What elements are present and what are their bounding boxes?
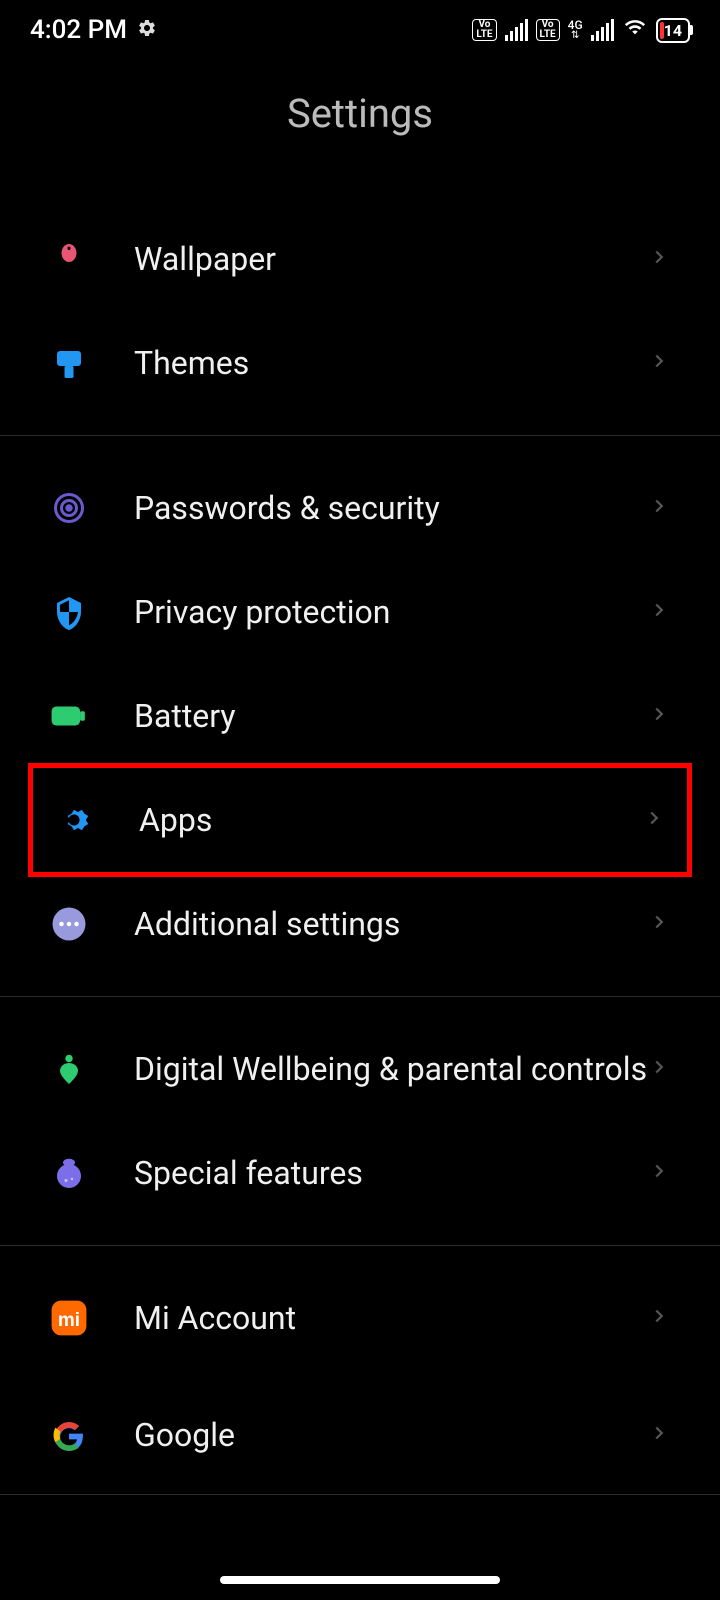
settings-item-label: Themes bbox=[134, 344, 648, 382]
settings-item-label: Wallpaper bbox=[134, 240, 648, 278]
settings-item-label: Passwords & security bbox=[134, 489, 648, 527]
battery-icon: 14 bbox=[656, 18, 690, 43]
chevron-right-icon bbox=[648, 911, 670, 937]
gear-icon bbox=[137, 15, 157, 45]
status-bar: 4:02 PM VoLTE VoLTE 4G ⇅ 14 bbox=[0, 0, 720, 60]
settings-item-label: Apps bbox=[139, 801, 643, 839]
chevron-right-icon bbox=[648, 703, 670, 729]
signal-icon-1 bbox=[505, 19, 528, 41]
status-right: VoLTE VoLTE 4G ⇅ 14 bbox=[472, 15, 690, 45]
google-logo-icon bbox=[50, 1416, 88, 1454]
settings-section-2: Passwords & security Privacy protection … bbox=[0, 436, 720, 997]
settings-item-special[interactable]: Special features bbox=[0, 1121, 720, 1225]
chevron-right-icon bbox=[648, 1305, 670, 1331]
chevron-right-icon bbox=[648, 495, 670, 521]
special-features-icon bbox=[50, 1154, 88, 1192]
settings-item-wallpaper[interactable]: Wallpaper bbox=[0, 207, 720, 311]
settings-item-label: Google bbox=[134, 1416, 648, 1454]
settings-item-label: Digital Wellbeing & parental controls bbox=[134, 1050, 648, 1088]
chevron-right-icon bbox=[648, 246, 670, 272]
chevron-right-icon bbox=[648, 1056, 670, 1082]
signal-icon-2 bbox=[591, 19, 614, 41]
settings-section-4: mi Mi Account Google bbox=[0, 1246, 720, 1495]
settings-item-label: Additional settings bbox=[134, 905, 648, 943]
battery-icon bbox=[50, 697, 88, 735]
wifi-icon bbox=[622, 15, 648, 45]
more-icon bbox=[50, 905, 88, 943]
settings-section-1: Wallpaper Themes bbox=[0, 187, 720, 436]
settings-item-label: Mi Account bbox=[134, 1299, 648, 1337]
wallpaper-icon bbox=[50, 240, 88, 278]
volte-icon-1: VoLTE bbox=[472, 19, 496, 41]
status-time: 4:02 PM bbox=[30, 15, 127, 45]
chevron-right-icon bbox=[643, 807, 665, 833]
settings-item-label: Privacy protection bbox=[134, 593, 648, 631]
svg-text:mi: mi bbox=[58, 1310, 80, 1331]
apps-gear-icon bbox=[55, 801, 93, 839]
chevron-right-icon bbox=[648, 599, 670, 625]
settings-item-wellbeing[interactable]: Digital Wellbeing & parental controls bbox=[0, 1017, 720, 1121]
chevron-right-icon bbox=[648, 1422, 670, 1448]
mi-logo-icon: mi bbox=[50, 1299, 88, 1337]
chevron-right-icon bbox=[648, 1160, 670, 1186]
page-header: Settings bbox=[0, 60, 720, 187]
fingerprint-icon bbox=[50, 489, 88, 527]
settings-item-miaccount[interactable]: mi Mi Account bbox=[0, 1266, 720, 1370]
settings-item-additional[interactable]: Additional settings bbox=[0, 872, 720, 976]
highlight-annotation: Apps bbox=[28, 763, 692, 877]
themes-icon bbox=[50, 344, 88, 382]
settings-item-themes[interactable]: Themes bbox=[0, 311, 720, 415]
chevron-right-icon bbox=[648, 350, 670, 376]
settings-item-apps[interactable]: Apps bbox=[55, 768, 665, 872]
volte-icon-2: VoLTE bbox=[536, 19, 560, 41]
settings-item-label: Battery bbox=[134, 697, 648, 735]
wellbeing-icon bbox=[50, 1050, 88, 1088]
settings-item-battery[interactable]: Battery bbox=[0, 664, 720, 768]
network-type: 4G ⇅ bbox=[568, 19, 583, 41]
shield-icon bbox=[50, 593, 88, 631]
settings-section-3: Digital Wellbeing & parental controls Sp… bbox=[0, 997, 720, 1246]
page-title: Settings bbox=[0, 90, 720, 137]
settings-item-google[interactable]: Google bbox=[0, 1370, 720, 1474]
settings-item-privacy[interactable]: Privacy protection bbox=[0, 560, 720, 664]
settings-item-passwords[interactable]: Passwords & security bbox=[0, 456, 720, 560]
settings-item-label: Special features bbox=[134, 1154, 648, 1192]
status-left: 4:02 PM bbox=[30, 15, 157, 45]
navigation-handle[interactable] bbox=[220, 1576, 500, 1584]
